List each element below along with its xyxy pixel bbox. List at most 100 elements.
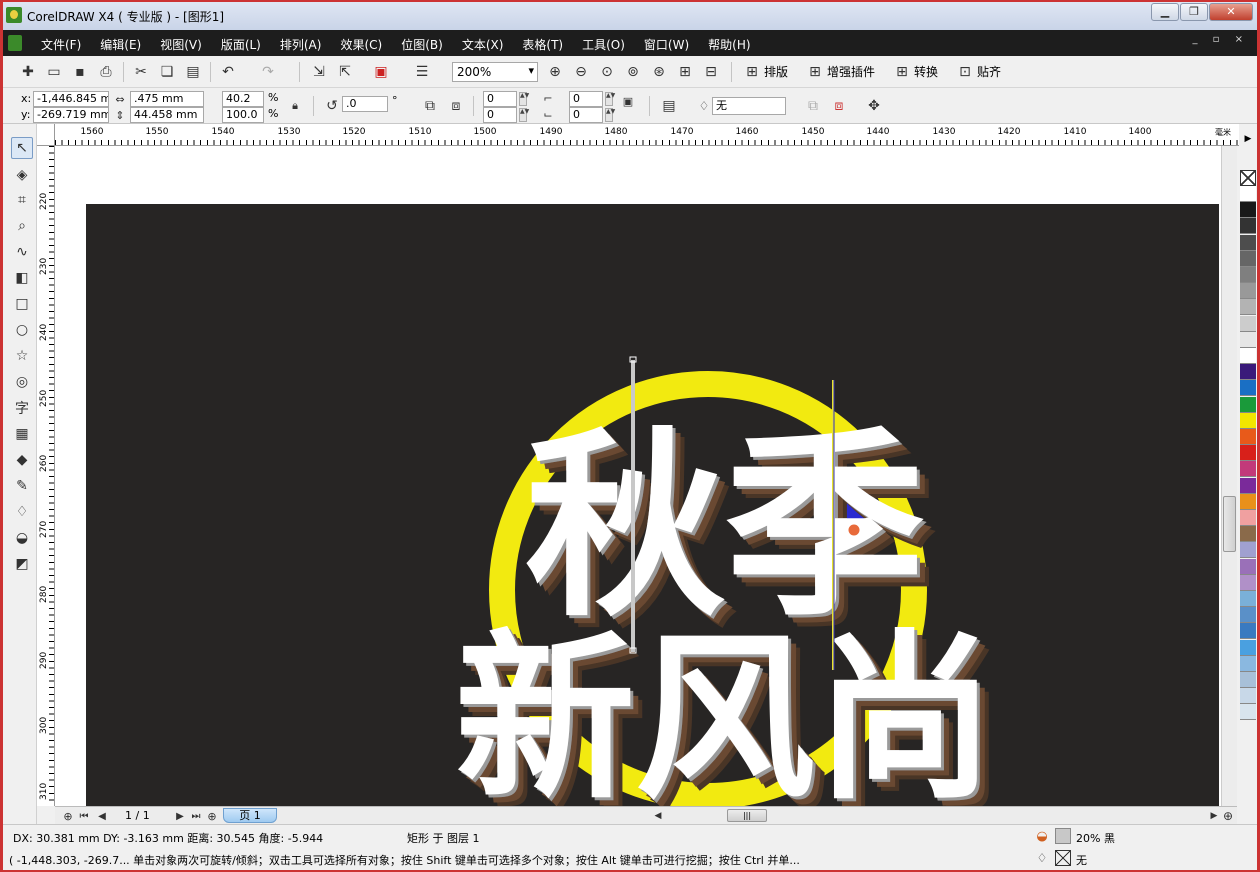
ruler-origin[interactable] <box>37 124 55 146</box>
no-color-swatch[interactable] <box>1240 170 1256 186</box>
color-swatch[interactable] <box>1240 364 1256 381</box>
color-swatch[interactable] <box>1240 542 1256 559</box>
first-page-icon[interactable]: ⏮ <box>75 807 93 825</box>
color-swatch[interactable] <box>1240 331 1256 348</box>
zoom-in-icon[interactable]: ⊕ <box>546 63 564 81</box>
import-icon[interactable]: ⇲ <box>310 63 328 81</box>
export-icon[interactable]: ⇱ <box>336 63 354 81</box>
rotation-angle-field[interactable]: .0 <box>342 96 388 112</box>
menu-effects[interactable]: 效果(C) <box>340 36 382 53</box>
menu-file[interactable]: 文件(F) <box>41 36 81 53</box>
add-page-after-icon[interactable]: ⊕ <box>203 807 221 825</box>
color-swatch[interactable] <box>1240 412 1256 429</box>
artwork-line2[interactable]: 新风尚 <box>455 615 995 806</box>
fill-swatch[interactable] <box>1055 828 1071 844</box>
color-swatch[interactable] <box>1240 267 1256 283</box>
menu-tools[interactable]: 工具(O) <box>582 36 625 53</box>
to-back-icon[interactable]: ⧈ <box>830 97 848 115</box>
color-swatch[interactable] <box>1240 639 1256 656</box>
zoom-width-icon[interactable]: ⊞ <box>676 63 694 81</box>
polygon-tool-icon[interactable]: ☆ <box>11 345 33 367</box>
vertical-ruler[interactable]: 220 230 240 250 260 270 280 290 300 310 <box>37 146 55 806</box>
maximize-button[interactable]: ❐ <box>1180 3 1208 21</box>
color-swatch[interactable] <box>1240 380 1256 397</box>
vertical-scrollbar[interactable] <box>1221 146 1237 806</box>
color-swatch[interactable] <box>1240 348 1256 364</box>
color-swatch[interactable] <box>1240 445 1256 462</box>
scroll-left-icon[interactable]: ◀ <box>649 807 667 825</box>
menu-text[interactable]: 文本(X) <box>462 36 504 53</box>
color-swatch[interactable] <box>1240 591 1256 607</box>
copy-icon[interactable]: ❏ <box>158 63 176 81</box>
zoom-tool-icon[interactable]: ⌕ <box>11 215 33 237</box>
color-swatch[interactable] <box>1240 526 1256 543</box>
x-position-field[interactable]: -1,446.845 mm <box>33 91 109 107</box>
zoom-height-icon[interactable]: ⊟ <box>702 63 720 81</box>
artwork-line1[interactable]: 秋季 <box>525 411 925 644</box>
color-swatch[interactable] <box>1240 283 1256 300</box>
menu-edit[interactable]: 编辑(E) <box>100 36 141 53</box>
prev-page-icon[interactable]: ◀ <box>93 807 111 825</box>
corner-radius-br-field[interactable]: 0 <box>569 107 603 123</box>
scale-y-field[interactable]: 100.0 <box>222 107 264 123</box>
color-swatch[interactable] <box>1240 655 1256 672</box>
palette-scroll-up-icon[interactable]: ▶ <box>1240 134 1256 148</box>
menu-view[interactable]: 视图(V) <box>160 36 202 53</box>
plugin-icon[interactable]: ⊞ <box>806 63 824 81</box>
menu-table[interactable]: 表格(T) <box>522 36 563 53</box>
spinner-icon[interactable]: ▲▼ <box>605 92 615 106</box>
table-tool-icon[interactable]: ▦ <box>11 423 33 445</box>
enhance-plugin-button[interactable]: 增强插件 <box>827 63 875 80</box>
drawing-canvas[interactable]: 秋季 新风尚 <box>55 146 1221 806</box>
color-swatch[interactable] <box>1240 607 1256 624</box>
outline-swatch[interactable] <box>1055 850 1071 866</box>
layout-icon[interactable]: ⊞ <box>743 63 761 81</box>
basic-shapes-tool-icon[interactable]: ◎ <box>11 371 33 393</box>
corner-radius-tr-field[interactable]: 0 <box>569 91 603 107</box>
minimize-button[interactable]: ▁ <box>1151 3 1179 21</box>
publish-pdf-icon[interactable]: ▣ <box>372 63 390 81</box>
eyedropper-tool-icon[interactable]: ✎ <box>11 475 33 497</box>
color-swatch[interactable] <box>1240 299 1256 316</box>
horizontal-ruler[interactable]: 1560 1550 1540 1530 1520 1510 1500 1490 … <box>55 124 1239 146</box>
color-swatch[interactable] <box>1240 250 1256 267</box>
color-swatch[interactable] <box>1240 558 1256 575</box>
color-swatch[interactable] <box>1240 477 1256 494</box>
scale-x-field[interactable]: 40.2 <box>222 91 264 107</box>
document-icon[interactable] <box>8 35 22 51</box>
zoom-page-icon[interactable]: ⊛ <box>650 63 668 81</box>
corner-radius-tl-field[interactable]: 0 <box>483 91 517 107</box>
spinner-icon[interactable]: ▲▼ <box>519 92 529 106</box>
paste-icon[interactable]: ▤ <box>184 63 202 81</box>
page-tab[interactable]: 页 1 <box>223 808 277 823</box>
convert-icon[interactable]: ⊞ <box>893 63 911 81</box>
document-window-controls[interactable]: _ ▫ × <box>1192 34 1249 45</box>
color-swatch[interactable] <box>1240 623 1256 640</box>
color-swatch[interactable] <box>1240 493 1256 510</box>
color-swatch[interactable] <box>1240 429 1256 445</box>
artwork[interactable]: 秋季 新风尚 <box>55 146 1221 806</box>
color-swatch[interactable] <box>1240 704 1256 721</box>
vertical-scroll-thumb[interactable] <box>1223 496 1236 552</box>
to-front-icon[interactable]: ⧉ <box>804 97 822 115</box>
mirror-vertical-icon[interactable]: ⧈ <box>447 97 465 115</box>
menu-layout[interactable]: 版面(L) <box>221 36 261 53</box>
interactive-fill-tool-icon[interactable]: ◩ <box>11 553 33 575</box>
save-icon[interactable]: ▪ <box>71 63 89 81</box>
layout-button[interactable]: 排版 <box>764 63 788 80</box>
rectangle-tool-icon[interactable]: □ <box>11 293 33 315</box>
zoom-all-icon[interactable]: ⊚ <box>624 63 642 81</box>
convert-to-curves-icon[interactable]: ✥ <box>865 97 883 115</box>
menu-help[interactable]: 帮助(H) <box>708 36 750 53</box>
outline-tool-icon[interactable]: ♢ <box>11 501 33 523</box>
color-swatch[interactable] <box>1240 315 1256 332</box>
spinner-icon[interactable]: ▲▼ <box>519 108 529 122</box>
undo-icon[interactable]: ↶ <box>219 63 237 81</box>
zoom-out-icon[interactable]: ⊖ <box>572 63 590 81</box>
snap-icon[interactable]: ⊡ <box>956 63 974 81</box>
convert-button[interactable]: 转换 <box>914 63 938 80</box>
navigator-icon[interactable]: ⊕ <box>1219 807 1237 825</box>
application-launcher-icon[interactable]: ☰ <box>413 63 431 81</box>
spinner-icon[interactable]: ▲▼ <box>605 108 615 122</box>
fill-tool-icon[interactable]: ◒ <box>11 527 33 549</box>
